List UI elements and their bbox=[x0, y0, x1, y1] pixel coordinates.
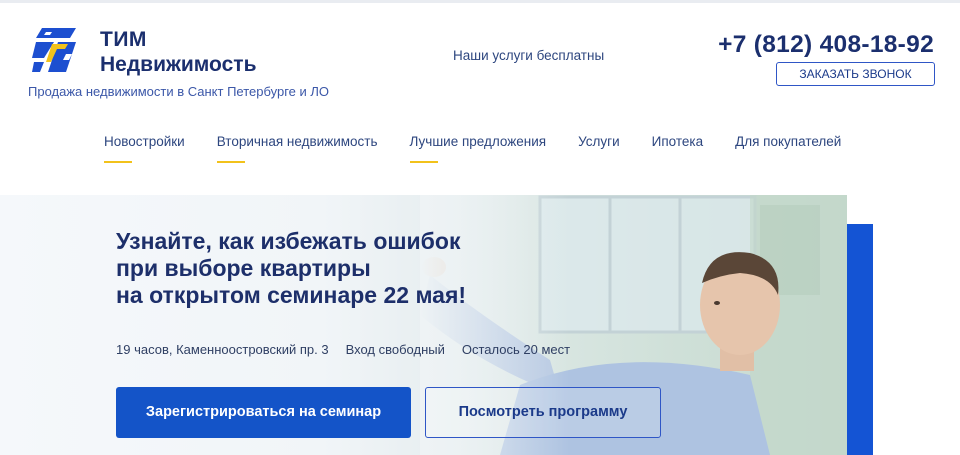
nav-item-best-offers[interactable]: Лучшие предложения bbox=[409, 134, 547, 163]
hero-title-line: Узнайте, как избежать ошибок bbox=[116, 228, 461, 254]
callback-button[interactable]: ЗАКАЗАТЬ ЗВОНОК bbox=[776, 62, 935, 86]
free-services-note: Наши услуги бесплатны bbox=[453, 48, 605, 63]
hero-title-line: на открытом семинаре 22 мая! bbox=[116, 282, 467, 308]
seminar-entry: Вход свободный bbox=[345, 342, 445, 357]
nav-item-label: Вторичная недвижимость bbox=[216, 134, 378, 149]
top-divider bbox=[0, 0, 960, 3]
seminar-info: 19 часов, Каменноостровский пр. 3 Вход с… bbox=[116, 342, 570, 357]
register-seminar-button[interactable]: Зарегистрироваться на семинар bbox=[116, 387, 411, 438]
brand-name-line2[interactable]: Недвижимость bbox=[100, 53, 256, 77]
nav-item-label: Для покупателей bbox=[735, 134, 842, 149]
hero-accent-bar bbox=[847, 224, 873, 455]
nav-item-label: Лучшие предложения bbox=[409, 134, 547, 149]
tim-logo-icon[interactable] bbox=[32, 24, 80, 76]
brand-name-line1[interactable]: ТИМ bbox=[100, 28, 147, 52]
nav-underline bbox=[104, 161, 132, 163]
nav-item-mortgage[interactable]: Ипотека bbox=[652, 134, 703, 149]
seminar-time-address: 19 часов, Каменноостровский пр. 3 bbox=[116, 342, 329, 357]
nav-item-services[interactable]: Услуги bbox=[578, 134, 620, 149]
nav-item-label: Услуги bbox=[578, 134, 620, 149]
nav-item-label: Новостройки bbox=[104, 134, 185, 149]
brand-tagline: Продажа недвижимости в Санкт Петербурге … bbox=[28, 84, 330, 99]
view-program-button[interactable]: Посмотреть программу bbox=[425, 387, 661, 438]
nav-underline bbox=[216, 161, 245, 163]
seminar-seats-left: Осталось 20 мест bbox=[461, 342, 571, 357]
nav-item-secondary-realty[interactable]: Вторичная недвижимость bbox=[216, 134, 378, 163]
main-nav: Новостройки Вторичная недвижимость Лучши… bbox=[104, 134, 873, 163]
nav-underline bbox=[409, 161, 438, 163]
nav-item-label: Ипотека bbox=[651, 134, 704, 149]
nav-item-new-buildings[interactable]: Новостройки bbox=[104, 134, 185, 163]
nav-item-for-buyers[interactable]: Для покупателей bbox=[735, 134, 841, 149]
phone-number[interactable]: +7 (812) 408-18-92 bbox=[718, 31, 934, 59]
hero-title-line: при выборе квартиры bbox=[116, 255, 371, 281]
hero-title: Узнайте, как избежать ошибок при выборе … bbox=[116, 228, 466, 309]
